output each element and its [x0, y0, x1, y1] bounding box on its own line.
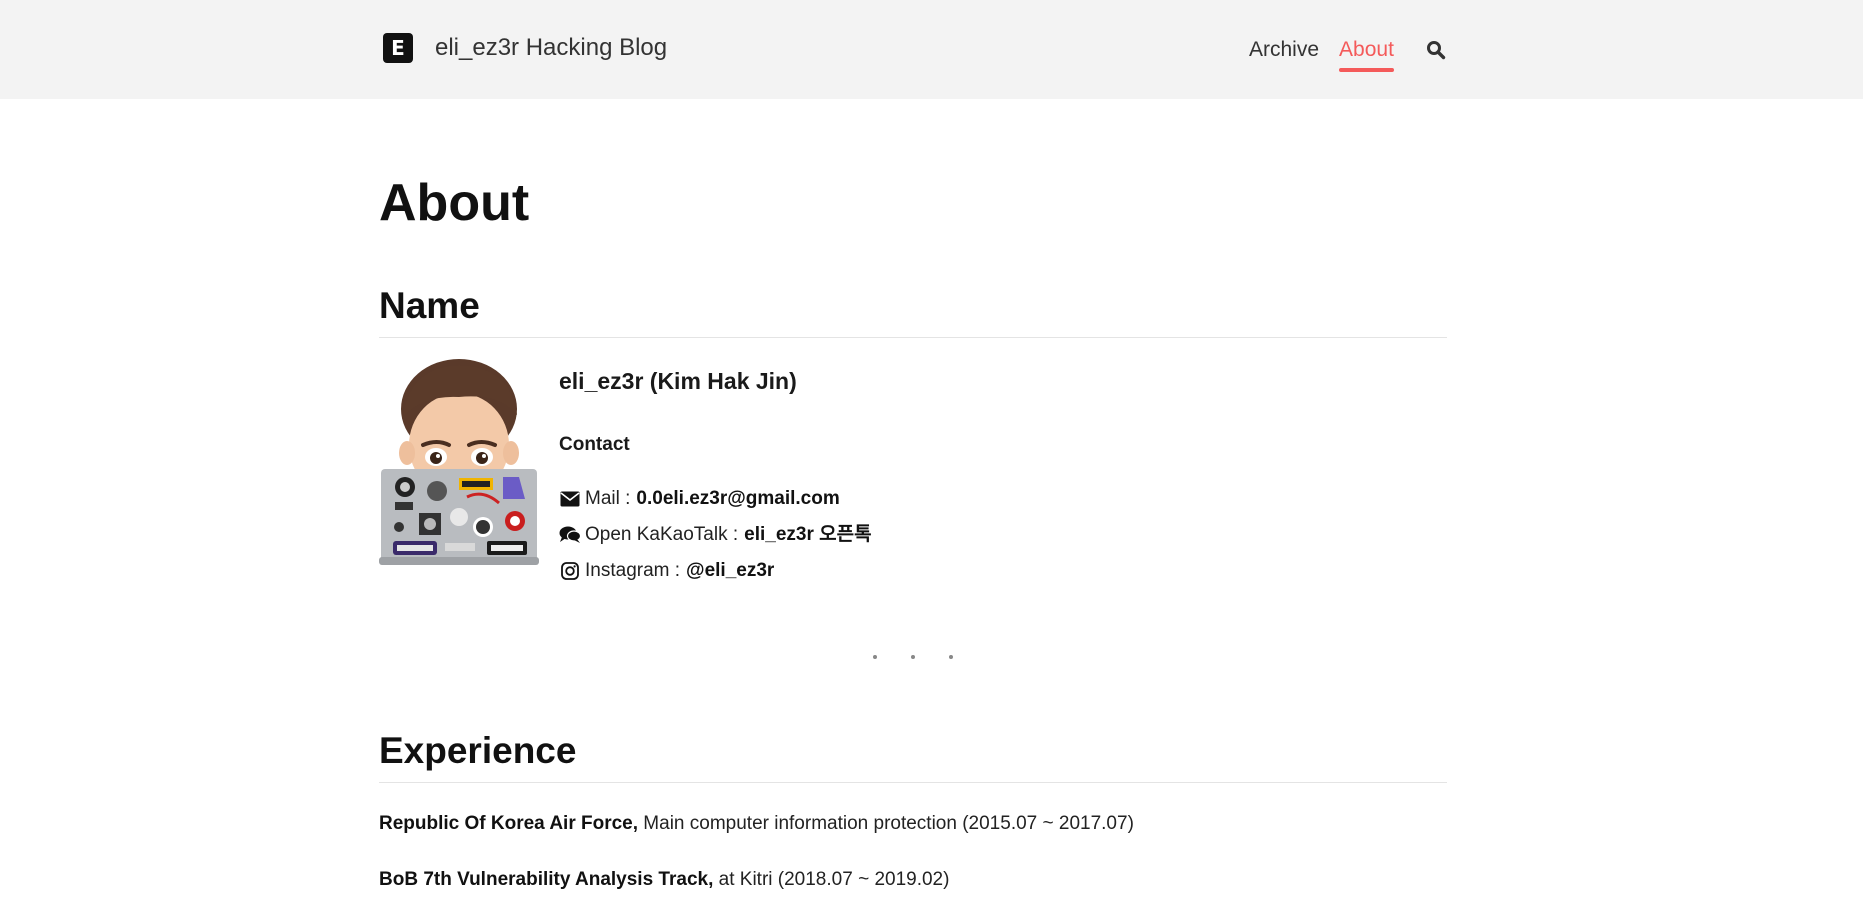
- contact-kakao-label: Open KaKaoTalk :: [585, 524, 739, 545]
- site-header: E eli_ez3r Hacking Blog Archive About: [0, 0, 1863, 99]
- blog-logo-icon: E: [383, 33, 413, 63]
- divider-dot: [911, 655, 915, 659]
- contact-mail-label: Mail :: [585, 488, 631, 509]
- experience-detail: at Kitri (2018.07 ~ 2019.02): [718, 869, 950, 890]
- main-nav: Archive About: [1249, 38, 1448, 72]
- page-title: About: [379, 174, 530, 232]
- name-section-divider: [379, 337, 1447, 338]
- blog-title: eli_ez3r Hacking Blog: [435, 34, 668, 61]
- experience-detail: Main computer information protection (20…: [643, 813, 1134, 834]
- contact-instagram-label: Instagram :: [585, 560, 681, 581]
- contact-kakao: Open KaKaoTalk : eli_ez3r 오픈톡: [559, 517, 1259, 553]
- envelope-icon: [559, 488, 581, 510]
- divider-dot: [949, 655, 953, 659]
- contact-instagram: Instagram : @eli_ez3r: [559, 553, 1259, 589]
- contact-heading: Contact: [559, 434, 630, 455]
- contact-mail-value[interactable]: 0.0eli.ez3r@gmail.com: [636, 481, 839, 517]
- name-section-heading: Name: [379, 285, 480, 326]
- chat-bubbles-icon: [559, 524, 581, 546]
- profile-info: eli_ez3r (Kim Hak Jin) Contact Mail : 0.…: [559, 367, 1259, 589]
- experience-org: BoB 7th Vulnerability Analysis Track,: [379, 869, 714, 890]
- experience-section-heading: Experience: [379, 730, 577, 771]
- search-button[interactable]: [1424, 38, 1448, 62]
- contact-mail: Mail : 0.0eli.ez3r@gmail.com: [559, 481, 1259, 517]
- experience-item: Republic Of Korea Air Force, Main comput…: [379, 812, 1134, 836]
- contact-kakao-value[interactable]: eli_ez3r 오픈톡: [744, 517, 871, 553]
- nav-about[interactable]: About: [1339, 38, 1394, 72]
- experience-section-divider: [379, 782, 1447, 783]
- contact-instagram-value[interactable]: @eli_ez3r: [686, 553, 774, 589]
- divider-dot: [873, 655, 877, 659]
- instagram-icon: [559, 560, 581, 582]
- search-icon: [1426, 41, 1446, 60]
- memoji-laptop-image: [379, 359, 539, 565]
- section-divider-dots: [379, 655, 1447, 659]
- blog-home-link[interactable]: E eli_ez3r Hacking Blog: [383, 33, 667, 63]
- experience-item: BoB 7th Vulnerability Analysis Track, at…: [379, 868, 949, 892]
- contact-list: Mail : 0.0eli.ez3r@gmail.com Open KaKaoT…: [559, 481, 1259, 589]
- nav-archive[interactable]: Archive: [1249, 38, 1319, 62]
- avatar: [379, 357, 539, 567]
- profile-name: eli_ez3r (Kim Hak Jin): [559, 368, 797, 394]
- experience-org: Republic Of Korea Air Force,: [379, 813, 639, 834]
